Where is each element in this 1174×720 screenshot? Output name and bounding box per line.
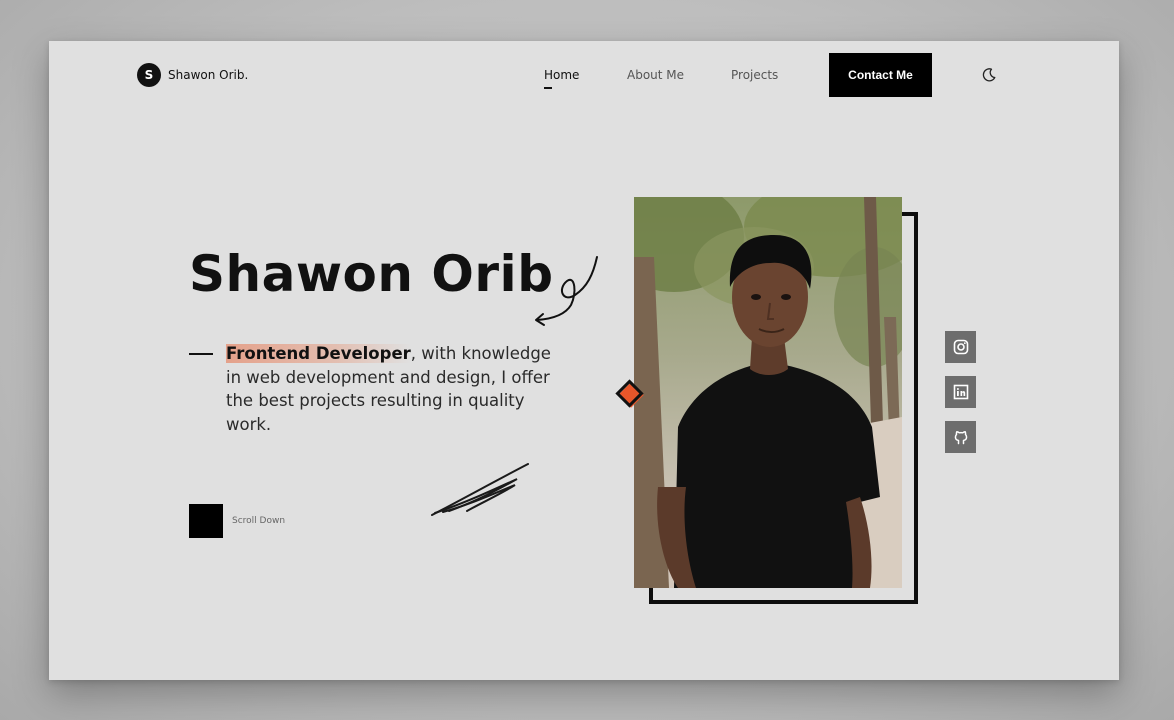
linkedin-button[interactable] [945,376,976,408]
logo-text: Shawon Orib. [168,68,249,82]
logo-badge: S [137,63,161,87]
instagram-button[interactable] [945,331,976,363]
swirl-arrow-icon [535,256,598,326]
linkedin-icon [953,384,968,400]
moon-icon[interactable] [981,67,997,83]
github-button[interactable] [945,421,976,453]
github-icon [954,431,967,445]
scroll-down-button[interactable] [189,504,223,538]
instagram-icon [953,339,968,355]
nav-projects[interactable]: Projects [731,68,778,82]
nav-home-label: Home [544,68,580,82]
diamond-decoration [615,379,644,408]
hero-title: Shawon Orib [189,245,554,303]
contact-button[interactable]: Contact Me [829,53,932,97]
nav-active-indicator [544,87,552,89]
profile-photo [634,197,902,588]
photo-outline-top [902,212,918,216]
role-highlight: Frontend Developer [226,344,411,363]
hero-description: Frontend Developer, with knowledge in we… [226,342,556,436]
nav-home[interactable]: Home [544,68,580,89]
logo[interactable]: S Shawon Orib. [137,63,248,87]
page-frame: S Shawon Orib. Home About Me Projects Co… [49,41,1119,680]
nav-about[interactable]: About Me [627,68,684,82]
portrait-illustration [634,197,902,588]
scroll-down-label[interactable]: Scroll Down [232,516,285,526]
photo-outline-left [649,587,653,604]
scribble-decoration [431,463,529,516]
description-dash [189,353,213,355]
